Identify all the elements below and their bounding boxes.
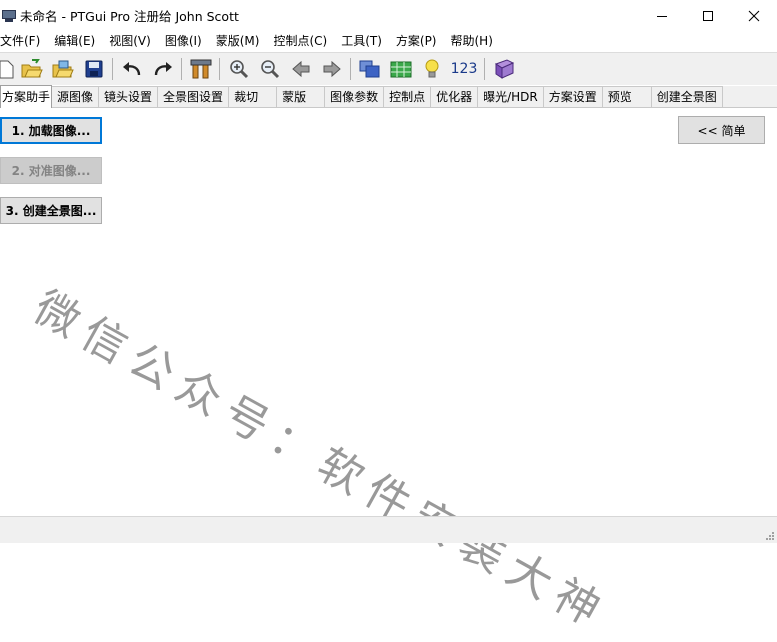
- tools-icon: [190, 59, 211, 79]
- redo-icon: [154, 62, 172, 76]
- help-book-icon: [494, 59, 514, 79]
- status-bar: [0, 516, 777, 543]
- menu-control-points[interactable]: 控制点(C): [266, 31, 334, 51]
- tab-panorama-settings[interactable]: 全景图设置: [158, 86, 230, 107]
- tab-project-settings[interactable]: 方案设置: [543, 86, 603, 107]
- arrow-left-icon: [291, 60, 309, 78]
- save-button[interactable]: [78, 54, 109, 84]
- tab-create-panorama[interactable]: 创建全景图: [651, 86, 723, 107]
- new-project-button[interactable]: [0, 54, 16, 84]
- panorama-editor-icon: [359, 60, 379, 78]
- create-panorama-button[interactable]: 3. 创建全景图...: [0, 197, 102, 224]
- app-icon: [2, 9, 16, 22]
- tab-preview[interactable]: 预览: [602, 86, 652, 107]
- maximize-icon: [703, 10, 713, 21]
- minimize-button[interactable]: [639, 0, 685, 31]
- menu-bar: 文件(F) 编辑(E) 视图(V) 图像(I) 蒙版(M) 控制点(C) 工具(…: [0, 31, 777, 51]
- align-images-button: 2. 对准图像...: [0, 157, 102, 184]
- toolbar-separator: [484, 58, 485, 80]
- zoom-in-icon: [229, 60, 248, 79]
- tip-bulb-icon: [425, 59, 438, 78]
- project-assistant-panel: 1. 加载图像... 2. 对准图像... 3. 创建全景图... << 简单: [0, 108, 777, 516]
- save-icon: [85, 60, 102, 78]
- panorama-editor-button[interactable]: [354, 54, 385, 84]
- load-images-button[interactable]: 1. 加载图像...: [0, 117, 102, 144]
- numbers-icon: 123: [450, 61, 478, 77]
- tab-lens-settings[interactable]: 镜头设置: [99, 86, 159, 107]
- tab-crop[interactable]: 裁切: [229, 86, 278, 107]
- tip-bulb-button[interactable]: [416, 54, 447, 84]
- open-images-button[interactable]: [47, 54, 78, 84]
- toolbar-separator: [112, 58, 113, 80]
- arrow-right-icon: [323, 60, 341, 78]
- tab-source-images[interactable]: 源图像: [52, 86, 100, 107]
- new-project-icon: [0, 60, 14, 79]
- toolbar: 123: [0, 52, 777, 85]
- close-icon: [748, 10, 760, 21]
- arrow-left-button[interactable]: [285, 54, 316, 84]
- open-project-icon: [21, 59, 43, 78]
- menu-tools[interactable]: 工具(T): [334, 31, 389, 51]
- resize-grip-icon[interactable]: [765, 531, 775, 541]
- zoom-out-button[interactable]: [254, 54, 285, 84]
- window-title: 未命名 - PTGui Pro 注册给 John Scott: [20, 9, 239, 24]
- table-button[interactable]: [385, 54, 416, 84]
- menu-project[interactable]: 方案(P): [389, 31, 444, 51]
- menu-view[interactable]: 视图(V): [102, 31, 158, 51]
- help-book-button[interactable]: [488, 54, 519, 84]
- toolbar-separator: [350, 58, 351, 80]
- toolbar-separator: [181, 58, 182, 80]
- tab-exposure-hdr[interactable]: 曝光/HDR: [478, 86, 544, 107]
- tab-image-parameters[interactable]: 图像参数: [325, 86, 385, 107]
- redo-button[interactable]: [147, 54, 178, 84]
- zoom-out-icon: [260, 60, 279, 79]
- table-icon: [390, 61, 411, 78]
- tab-control-points[interactable]: 控制点: [384, 86, 432, 107]
- arrow-right-button[interactable]: [316, 54, 347, 84]
- menu-mask[interactable]: 蒙版(M): [209, 31, 267, 51]
- simple-mode-button[interactable]: << 简单: [678, 116, 765, 144]
- tab-project-assistant[interactable]: 方案助手: [0, 85, 53, 108]
- menu-file[interactable]: 文件(F): [0, 31, 47, 51]
- toolbar-separator: [219, 58, 220, 80]
- title-bar: 未命名 - PTGui Pro 注册给 John Scott: [0, 0, 777, 31]
- menu-edit[interactable]: 编辑(E): [47, 31, 102, 51]
- open-project-button[interactable]: [16, 54, 47, 84]
- tab-mask[interactable]: 蒙版: [277, 86, 326, 107]
- menu-help[interactable]: 帮助(H): [444, 31, 500, 51]
- undo-icon: [122, 62, 140, 76]
- minimize-icon: [657, 15, 667, 17]
- tab-optimizer[interactable]: 优化器: [431, 86, 479, 107]
- zoom-in-button[interactable]: [223, 54, 254, 84]
- numbers-button[interactable]: 123: [447, 54, 481, 84]
- open-images-icon: [52, 60, 74, 78]
- undo-button[interactable]: [116, 54, 147, 84]
- menu-images[interactable]: 图像(I): [158, 31, 209, 51]
- tab-bar: 方案助手 源图像 镜头设置 全景图设置 裁切 蒙版 图像参数 控制点 优化器 曝…: [0, 85, 777, 108]
- maximize-button[interactable]: [685, 0, 731, 31]
- tools-button[interactable]: [185, 54, 216, 84]
- close-button[interactable]: [731, 0, 777, 31]
